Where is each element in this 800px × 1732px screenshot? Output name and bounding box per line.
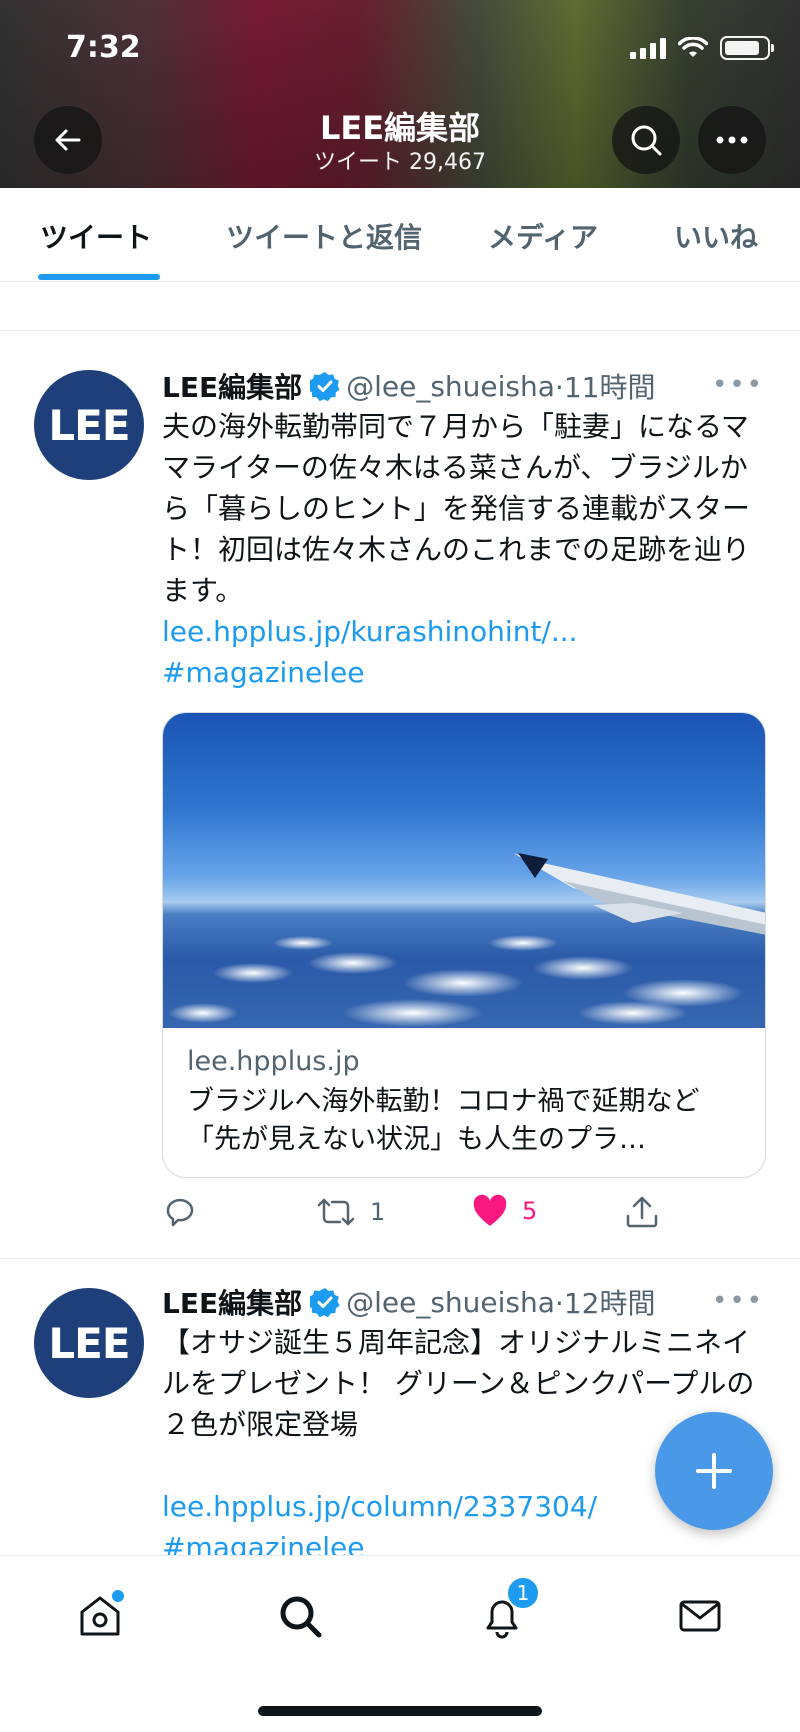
wifi-icon: [678, 37, 708, 57]
new-content-dot: [112, 1590, 124, 1602]
tab-tweets-and-replies[interactable]: ツイートと返信: [226, 216, 422, 256]
verified-badge-icon: [310, 1287, 340, 1317]
tweet-body: 夫の海外転勤帯同で７月から「駐妻」になるママライターの佐々木はる菜さんが、ブラジ…: [162, 406, 762, 693]
retweet-button[interactable]: 1: [316, 1194, 385, 1230]
heart-filled-icon: [473, 1194, 507, 1226]
author-name[interactable]: LEE編集部: [162, 1282, 302, 1322]
tweet-time: ·12時間: [554, 1287, 656, 1320]
reply-icon: [166, 1198, 194, 1227]
card-image: [163, 713, 765, 1028]
card-title: ブラジルへ海外転勤！コロナ禍で延期など「先が見えない状況」も人生のプラ…: [187, 1086, 700, 1155]
tweet-link[interactable]: lee.hpplus.jp/kurashinohint/...: [162, 611, 762, 652]
avatar[interactable]: LEE: [34, 370, 144, 480]
tweet-header: LEE編集部 @lee_shueisha ·11時間: [162, 366, 655, 406]
status-bar: 7:32: [0, 0, 800, 100]
plus-icon: [696, 1453, 732, 1489]
cellular-signal-icon: [630, 37, 666, 59]
nav-notifications[interactable]: 1: [472, 1576, 540, 1646]
share-button[interactable]: [624, 1194, 660, 1230]
avatar[interactable]: LEE: [34, 1288, 144, 1398]
divider: [0, 1258, 800, 1259]
nav-search[interactable]: [270, 1586, 330, 1646]
share-icon: [626, 1196, 658, 1228]
page-title: LEE編集部: [319, 109, 481, 147]
divider: [0, 330, 800, 331]
nav-messages[interactable]: [670, 1586, 730, 1646]
airplane-wing-image: [168, 853, 765, 1027]
tweet-text: 【オサジ誕生５周年記念】オリジナルミニネイルをプレゼント！ グリーン＆ピンクパー…: [162, 1326, 755, 1441]
search-button[interactable]: [612, 106, 680, 174]
search-icon: [631, 125, 662, 156]
reply-button[interactable]: [162, 1194, 198, 1230]
mail-icon: [679, 1600, 721, 1632]
nav-home[interactable]: [70, 1586, 130, 1646]
tab-media[interactable]: メディア: [488, 216, 598, 256]
status-icons: [630, 36, 774, 60]
active-tab-indicator: [38, 274, 160, 280]
retweet-icon: [317, 1198, 355, 1226]
notification-badge: 1: [506, 1576, 540, 1610]
tweet-text: 夫の海外転勤帯同で７月から「駐妻」になるママライターの佐々木はる菜さんが、ブラジ…: [162, 410, 751, 607]
card-domain: lee.hpplus.jp: [187, 1046, 360, 1077]
author-handle: @lee_shueisha: [346, 1285, 555, 1319]
more-options-button[interactable]: [698, 106, 766, 174]
author-name[interactable]: LEE編集部: [162, 366, 302, 406]
tweet-header: LEE編集部 @lee_shueisha ·12時間: [162, 1282, 655, 1322]
author-handle: @lee_shueisha: [346, 369, 555, 403]
tweet-actions: 1 5: [162, 1194, 762, 1238]
compose-tweet-button[interactable]: [655, 1412, 773, 1530]
search-icon: [280, 1596, 322, 1638]
verified-badge-icon: [310, 371, 340, 401]
profile-header: 7:32 LEE編集部 ツイート 29,467: [0, 0, 800, 188]
link-card[interactable]: lee.hpplus.jp ブラジルへ海外転勤！コロナ禍で延期など「先が見えない…: [162, 712, 766, 1178]
profile-tabs: ツイート ツイートと返信 メディア いいね: [0, 188, 800, 282]
tweet-time: ·11時間: [554, 371, 656, 404]
like-button[interactable]: 5: [472, 1194, 537, 1228]
like-count: 5: [522, 1197, 538, 1225]
tweet-more-icon[interactable]: •••: [712, 1286, 764, 1316]
more-horizontal-icon: [716, 136, 748, 144]
tweet-count: ツイート 29,467: [314, 150, 486, 175]
tab-tweets[interactable]: ツイート: [40, 216, 152, 256]
battery-icon: [720, 36, 774, 60]
home-indicator: [258, 1706, 542, 1716]
tweet-hashtag[interactable]: #magazinelee: [162, 652, 762, 693]
tweet-more-icon[interactable]: •••: [712, 370, 764, 400]
status-time: 7:32: [66, 30, 141, 65]
retweet-count: 1: [370, 1198, 386, 1226]
header-title-block: LEE編集部 ツイート 29,467: [0, 108, 800, 178]
tab-likes[interactable]: いいね: [674, 216, 758, 256]
